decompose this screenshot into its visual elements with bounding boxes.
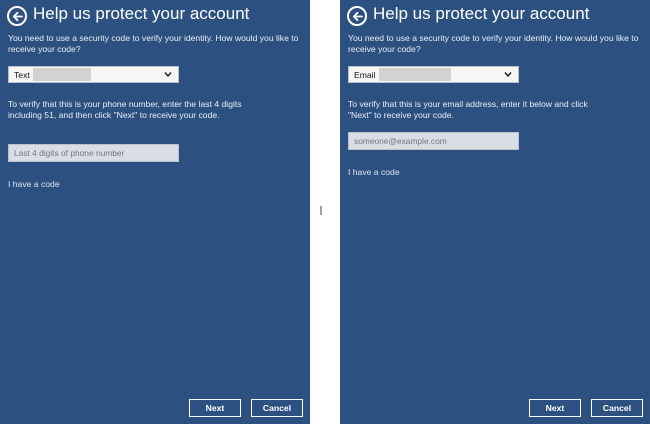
verify-instructions: To verify that this is your email addres… — [348, 99, 588, 120]
redacted-email-address — [378, 68, 451, 81]
back-arrow-icon — [12, 11, 23, 21]
back-button[interactable] — [347, 6, 367, 26]
delivery-method-value: Text — [14, 69, 30, 80]
next-button[interactable]: Next — [189, 399, 241, 417]
redacted-phone-number — [32, 68, 91, 81]
delivery-method-value: Email — [354, 69, 376, 80]
chevron-down-icon — [504, 72, 512, 78]
chevron-down-icon — [164, 72, 172, 78]
email-input[interactable] — [348, 132, 519, 150]
security-panel-text: Help us protect your account You need to… — [0, 0, 310, 424]
have-code-link[interactable]: I have a code — [348, 167, 400, 177]
back-button[interactable] — [7, 6, 27, 26]
intro-text: You need to use a security code to verif… — [348, 33, 639, 54]
next-button[interactable]: Next — [529, 399, 581, 417]
cancel-button[interactable]: Cancel — [591, 399, 643, 417]
delivery-method-select[interactable]: Text — [8, 66, 179, 83]
verify-instructions: To verify that this is your phone number… — [8, 99, 242, 120]
page-title: Help us protect your account — [373, 4, 590, 23]
security-panel-email: Help us protect your account You need to… — [340, 0, 650, 424]
cancel-button[interactable]: Cancel — [251, 399, 303, 417]
phone-digits-input[interactable] — [8, 144, 179, 162]
delivery-method-select[interactable]: Email — [348, 66, 519, 83]
page-title: Help us protect your account — [33, 4, 250, 23]
have-code-link[interactable]: I have a code — [8, 179, 60, 189]
back-arrow-icon — [352, 11, 363, 21]
divider-handle — [320, 206, 322, 215]
intro-text: You need to use a security code to verif… — [8, 33, 299, 54]
